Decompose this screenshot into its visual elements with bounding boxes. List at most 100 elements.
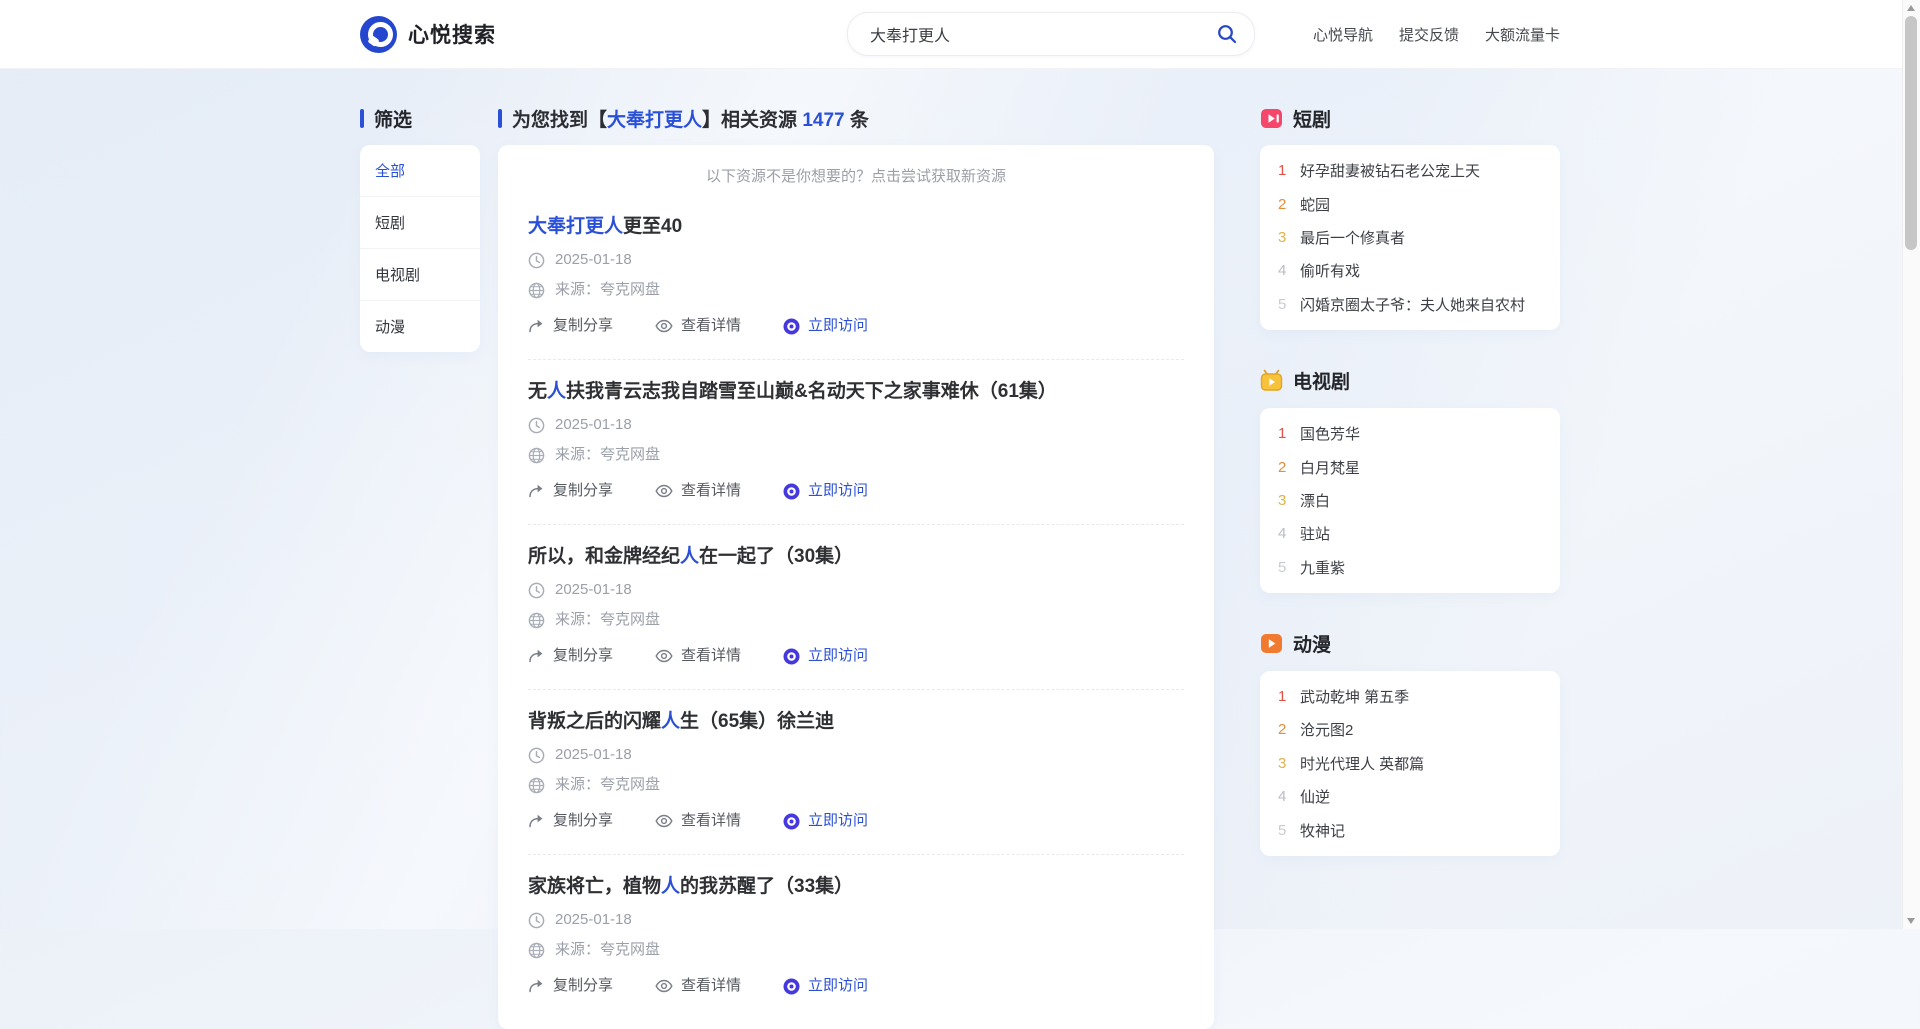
ranking-item[interactable]: 4 偷听有戏 bbox=[1260, 254, 1560, 287]
ranking-item[interactable]: 3 最后一个修真者 bbox=[1260, 221, 1560, 254]
rank-number: 5 bbox=[1278, 822, 1300, 839]
short-drama-icon bbox=[1260, 107, 1283, 130]
result-item: 所以，和金牌经纪人在一起了（30集） 2025-01-18 bbox=[528, 525, 1184, 690]
result-title-link[interactable]: 背叛之后的闪耀人生（65集）徐兰迪 bbox=[528, 710, 1184, 734]
visit-now-button[interactable]: 立即访问 bbox=[783, 315, 868, 337]
site-logo[interactable]: 心悦搜索 bbox=[360, 16, 496, 53]
ranking-item[interactable]: 5 九重紫 bbox=[1260, 551, 1560, 584]
filter-item[interactable]: 短剧 bbox=[360, 197, 480, 249]
eye-icon bbox=[655, 484, 673, 498]
rank-number: 3 bbox=[1278, 755, 1300, 772]
ranking-item[interactable]: 1 国色芳华 bbox=[1260, 417, 1560, 450]
filter-item-label: 短剧 bbox=[375, 212, 405, 233]
search-icon bbox=[1216, 23, 1238, 45]
rank-title: 白月梵星 bbox=[1300, 457, 1360, 478]
visit-now-button[interactable]: 立即访问 bbox=[783, 480, 868, 502]
scroll-down-arrow-icon[interactable] bbox=[1907, 918, 1915, 924]
view-detail-button[interactable]: 查看详情 bbox=[655, 810, 741, 832]
ranking-item[interactable]: 4 驻站 bbox=[1260, 517, 1560, 550]
visit-target-icon bbox=[783, 648, 800, 665]
accent-bar-icon bbox=[360, 109, 364, 128]
share-icon bbox=[528, 318, 545, 334]
visit-now-button[interactable]: 立即访问 bbox=[783, 810, 868, 832]
logo-text: 心悦搜索 bbox=[408, 19, 496, 49]
result-date-row: 2025-01-18 bbox=[528, 581, 1184, 599]
nav-link-navigation[interactable]: 心悦导航 bbox=[1313, 24, 1373, 45]
rank-number: 3 bbox=[1278, 492, 1300, 509]
filter-item[interactable]: 电视剧 bbox=[360, 249, 480, 301]
ranking-item[interactable]: 3 时光代理人 英都篇 bbox=[1260, 747, 1560, 780]
visit-target-icon bbox=[783, 483, 800, 500]
rank-title: 武动乾坤 第五季 bbox=[1300, 686, 1409, 707]
view-detail-button[interactable]: 查看详情 bbox=[655, 975, 741, 997]
copy-share-button[interactable]: 复制分享 bbox=[528, 975, 613, 997]
rank-number: 1 bbox=[1278, 425, 1300, 442]
refresh-resources-link[interactable]: 以下资源不是你想要的？点击尝试获取新资源 bbox=[528, 165, 1184, 189]
results-count: 1477 bbox=[802, 110, 844, 131]
ranking-item[interactable]: 5 牧神记 bbox=[1260, 813, 1560, 846]
visit-now-button[interactable]: 立即访问 bbox=[783, 975, 868, 997]
result-title-link[interactable]: 大奉打更人更至40 bbox=[528, 215, 1184, 239]
ranking-item[interactable]: 4 仙逆 bbox=[1260, 780, 1560, 813]
ranking-item[interactable]: 2 沧元图2 bbox=[1260, 713, 1560, 746]
result-source: 来源：夸克网盘 bbox=[555, 776, 660, 794]
ranking-item[interactable]: 1 武动乾坤 第五季 bbox=[1260, 680, 1560, 713]
ranking-item[interactable]: 1 好孕甜妻被钻石老公宠上天 bbox=[1260, 154, 1560, 187]
globe-icon bbox=[528, 942, 545, 959]
copy-share-button[interactable]: 复制分享 bbox=[528, 480, 613, 502]
results-summary: 为您找到【大奉打更人】相关资源 1477 条 bbox=[512, 105, 869, 132]
search-button[interactable] bbox=[1214, 21, 1240, 47]
rank-title: 偷听有戏 bbox=[1300, 260, 1360, 281]
view-detail-button[interactable]: 查看详情 bbox=[655, 315, 741, 337]
rank-number: 1 bbox=[1278, 162, 1300, 179]
browser-scrollbar[interactable] bbox=[1902, 0, 1920, 929]
rank-title: 仙逆 bbox=[1300, 786, 1330, 807]
ranking-item[interactable]: 2 蛇园 bbox=[1260, 187, 1560, 220]
scrollbar-thumb[interactable] bbox=[1905, 16, 1917, 250]
tv-icon bbox=[1260, 369, 1283, 392]
results-header: 为您找到【大奉打更人】相关资源 1477 条 bbox=[498, 105, 1214, 131]
rank-title: 闪婚京圈太子爷：夫人她来自农村 bbox=[1300, 294, 1525, 315]
result-item: 背叛之后的闪耀人生（65集）徐兰迪 2025-01-18 bbox=[528, 690, 1184, 855]
copy-share-button[interactable]: 复制分享 bbox=[528, 810, 613, 832]
ranking-item[interactable]: 5 闪婚京圈太子爷：夫人她来自农村 bbox=[1260, 288, 1560, 321]
search-bar[interactable] bbox=[847, 12, 1255, 56]
result-title-link[interactable]: 无人扶我青云志我自踏雪至山巅&名动天下之家事难休（61集） bbox=[528, 380, 1184, 404]
result-source-row: 来源：夸克网盘 bbox=[528, 776, 1184, 794]
scroll-up-arrow-icon[interactable] bbox=[1907, 5, 1915, 11]
copy-share-button[interactable]: 复制分享 bbox=[528, 645, 613, 667]
filter-item[interactable]: 全部 bbox=[360, 145, 480, 197]
rank-title: 好孕甜妻被钻石老公宠上天 bbox=[1300, 160, 1480, 181]
rank-title: 牧神记 bbox=[1300, 820, 1345, 841]
top-nav: 心悦导航 提交反馈 大额流量卡 bbox=[1313, 24, 1560, 45]
short-drama-title: 短剧 bbox=[1293, 105, 1331, 132]
result-date-row: 2025-01-18 bbox=[528, 911, 1184, 929]
rank-title: 九重紫 bbox=[1300, 557, 1345, 578]
copy-share-button[interactable]: 复制分享 bbox=[528, 315, 613, 337]
rank-title: 驻站 bbox=[1300, 523, 1330, 544]
filter-item[interactable]: 动漫 bbox=[360, 301, 480, 352]
result-date: 2025-01-18 bbox=[555, 251, 632, 269]
ranking-item[interactable]: 2 白月梵星 bbox=[1260, 450, 1560, 483]
share-icon bbox=[528, 483, 545, 499]
visit-target-icon bbox=[783, 318, 800, 335]
search-input[interactable] bbox=[868, 24, 1214, 44]
result-actions: 复制分享 查看详情 bbox=[528, 480, 1184, 502]
visit-now-button[interactable]: 立即访问 bbox=[783, 645, 868, 667]
result-title-link[interactable]: 所以，和金牌经纪人在一起了（30集） bbox=[528, 545, 1184, 569]
nav-link-feedback[interactable]: 提交反馈 bbox=[1399, 24, 1459, 45]
result-source: 来源：夸克网盘 bbox=[555, 611, 660, 629]
results-column: 为您找到【大奉打更人】相关资源 1477 条 以下资源不是你想要的？点击尝试获取… bbox=[498, 105, 1214, 1029]
rank-title: 时光代理人 英都篇 bbox=[1300, 753, 1424, 774]
anime-section-header: 动漫 bbox=[1260, 631, 1560, 657]
anime-ranking-card: 1 武动乾坤 第五季 2 沧元图2 3 时光代理人 英都篇 4 仙逆 bbox=[1260, 671, 1560, 856]
ranking-item[interactable]: 3 漂白 bbox=[1260, 484, 1560, 517]
result-title-link[interactable]: 家族将亡，植物人的我苏醒了（33集） bbox=[528, 875, 1184, 899]
search-keyword: 大奉打更人 bbox=[607, 110, 702, 131]
nav-link-data-card[interactable]: 大额流量卡 bbox=[1485, 24, 1560, 45]
view-detail-button[interactable]: 查看详情 bbox=[655, 480, 741, 502]
rank-number: 2 bbox=[1278, 459, 1300, 476]
result-item: 家族将亡，植物人的我苏醒了（33集） 2025-01-18 bbox=[528, 855, 1184, 1019]
result-source-row: 来源：夸克网盘 bbox=[528, 941, 1184, 959]
view-detail-button[interactable]: 查看详情 bbox=[655, 645, 741, 667]
